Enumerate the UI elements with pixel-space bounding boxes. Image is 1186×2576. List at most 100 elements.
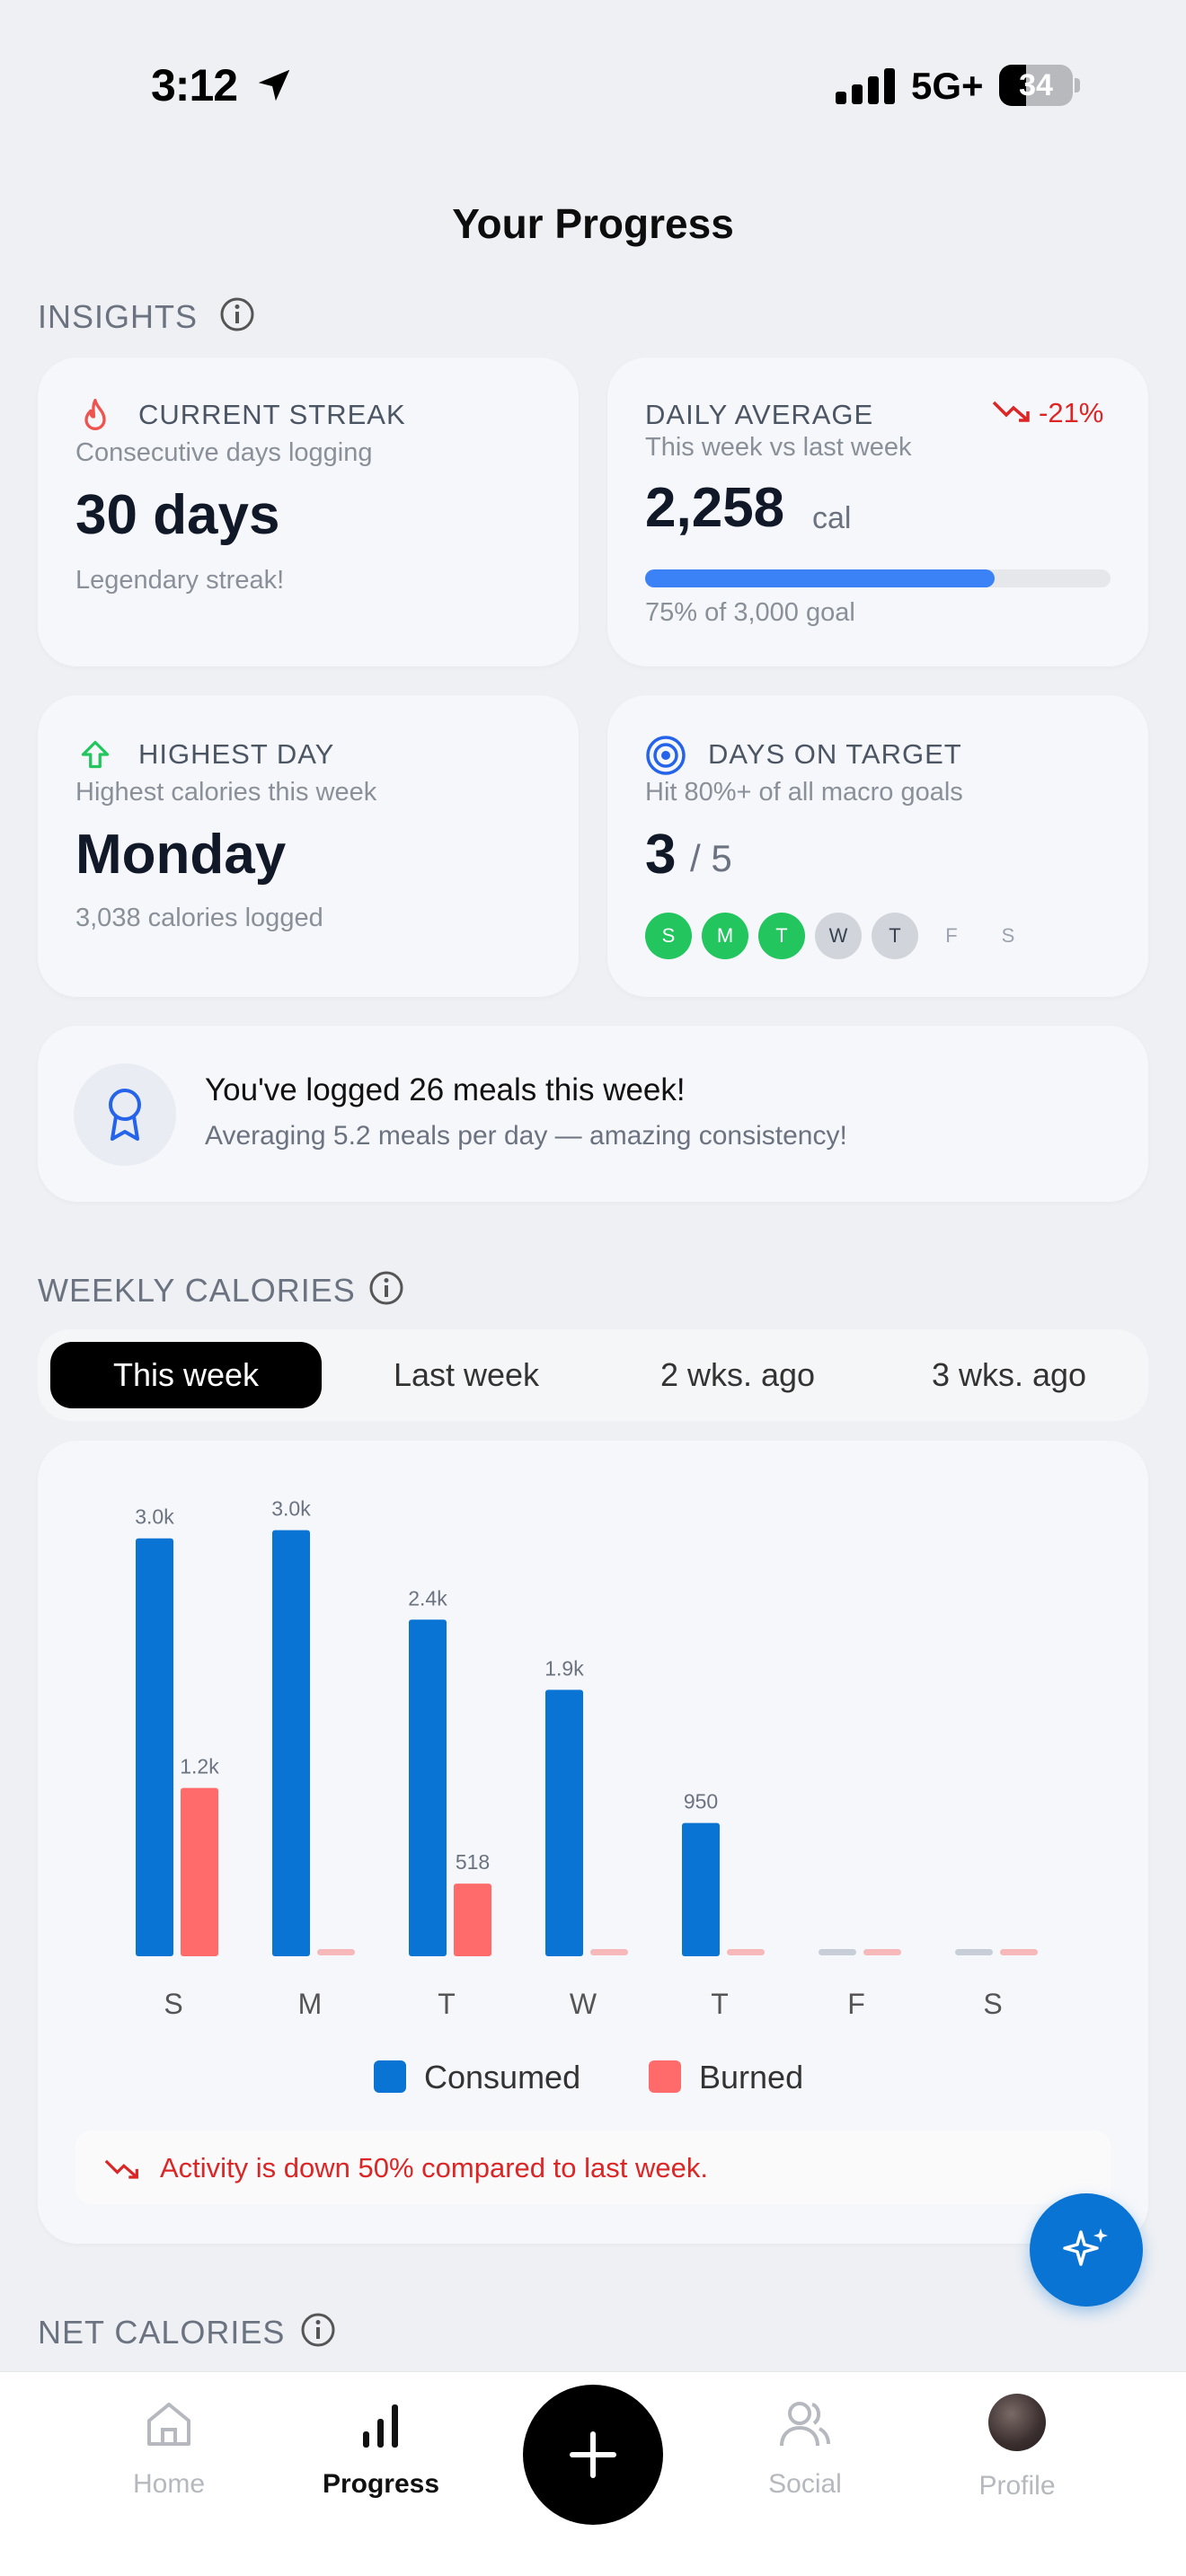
bar-consumed-5-empty xyxy=(819,1949,856,1955)
daily-average-unit: cal xyxy=(812,501,852,535)
weekly-calories-chart: 3.0k 1.2k S 3.0k M 2.4k 518 T 1.9k W 950 T F S xyxy=(135,1497,1038,2020)
bar-consumed-0 xyxy=(136,1538,173,1956)
info-icon[interactable] xyxy=(219,296,255,332)
highest-day-value: Monday xyxy=(75,824,287,886)
x-tick-3: W xyxy=(570,1988,597,2020)
x-tick-5: F xyxy=(847,1988,865,2020)
tab-3-weeks-ago[interactable]: 3 wks. ago xyxy=(879,1342,1139,1408)
location-arrow-icon xyxy=(258,69,290,101)
battery-indicator: 34 xyxy=(999,65,1080,106)
bar-consumed-4 xyxy=(682,1822,720,1956)
meals-banner-subtitle: Averaging 5.2 meals per day — amazing co… xyxy=(205,1121,847,1151)
daily-average-footer: 75% of 3,000 goal xyxy=(645,598,855,627)
info-icon[interactable] xyxy=(368,1270,404,1306)
activity-alert-text: Activity is down 50% compared to last we… xyxy=(160,2152,708,2183)
flame-icon xyxy=(84,398,106,430)
arrow-up-icon xyxy=(81,740,110,769)
meals-banner-title: You've logged 26 meals this week! xyxy=(205,1072,686,1107)
data-label-consumed-0: 3.0k xyxy=(135,1505,174,1529)
net-calories-label: NET CALORIES xyxy=(38,2314,286,2351)
nav-social-label: Social xyxy=(768,2469,842,2499)
x-tick-1: M xyxy=(298,1988,323,2020)
data-label-burned-2: 518 xyxy=(456,1850,490,1874)
highest-day-footer: 3,038 calories logged xyxy=(75,904,323,932)
nav-social[interactable]: Social xyxy=(715,2394,895,2519)
plus-icon xyxy=(570,2431,616,2478)
ai-sparkle-button[interactable] xyxy=(1030,2193,1143,2307)
daily-average-card[interactable]: DAILY AVERAGE -21% This week vs last wee… xyxy=(607,357,1148,666)
bar-burned-6-empty xyxy=(1000,1949,1038,1955)
data-label-consumed-1: 3.0k xyxy=(271,1497,311,1521)
day-dot-0: S xyxy=(645,913,692,959)
daily-average-change: -21% xyxy=(1039,397,1104,428)
x-tick-6: S xyxy=(983,1988,1002,2020)
nav-profile[interactable]: Profile xyxy=(927,2394,1107,2519)
days-on-target-total: / 5 xyxy=(690,837,732,879)
bar-burned-1-empty xyxy=(317,1949,355,1955)
highest-day-title: HIGHEST DAY xyxy=(138,738,335,770)
nav-progress[interactable]: Progress xyxy=(291,2394,471,2519)
legend-consumed-swatch xyxy=(374,2060,406,2093)
x-tick-4: T xyxy=(711,1988,729,2020)
highest-day-card[interactable]: HIGHEST DAY Highest calories this week M… xyxy=(38,695,579,997)
add-button[interactable] xyxy=(523,2385,663,2525)
bar-consumed-3 xyxy=(545,1689,583,1956)
day-dot-2: T xyxy=(758,913,805,959)
page-title: Your Progress xyxy=(452,200,734,247)
streak-title: CURRENT STREAK xyxy=(138,399,406,430)
day-dots: SMTWTFS xyxy=(645,913,1112,963)
info-icon[interactable] xyxy=(300,2312,336,2348)
days-on-target-card[interactable]: DAYS ON TARGET Hit 80%+ of all macro goa… xyxy=(607,695,1148,997)
data-label-burned-0: 1.2k xyxy=(180,1755,219,1778)
data-label-consumed-4: 950 xyxy=(684,1790,718,1813)
days-on-target-value: 3 xyxy=(645,824,677,886)
nav-progress-label: Progress xyxy=(322,2469,440,2499)
bar-chart-icon xyxy=(363,2404,398,2448)
day-dot-5: F xyxy=(945,924,958,947)
bar-consumed-2 xyxy=(409,1619,447,1956)
tab-this-week[interactable]: This week xyxy=(50,1342,322,1408)
trending-down-icon xyxy=(992,401,1030,422)
avatar xyxy=(988,2394,1046,2451)
weekly-calories-label: WEEKLY CALORIES xyxy=(38,1272,356,1309)
x-tick-0: S xyxy=(164,1988,182,2020)
bar-burned-2 xyxy=(454,1883,491,1956)
target-icon xyxy=(646,736,686,775)
legend-burned-label: Burned xyxy=(699,2059,804,2095)
data-label-consumed-3: 1.9k xyxy=(544,1656,584,1680)
week-tabs: This week Last week 2 wks. ago 3 wks. ag… xyxy=(38,1329,1148,1421)
battery-level: 34 xyxy=(1019,68,1053,102)
legend-consumed-label: Consumed xyxy=(424,2059,581,2095)
network-type: 5G+ xyxy=(911,65,984,107)
days-on-target-subtitle: Hit 80%+ of all macro goals xyxy=(645,778,963,807)
day-dot-6: S xyxy=(1001,924,1015,947)
activity-alert: Activity is down 50% compared to last we… xyxy=(75,2130,1111,2204)
days-on-target-title: DAYS ON TARGET xyxy=(708,738,962,770)
award-icon xyxy=(109,1089,141,1141)
weekly-calories-chart-card: 3.0k 1.2k S 3.0k M 2.4k 518 T 1.9k W 950 T F S Consum… xyxy=(38,1441,1148,2244)
day-dot-4: T xyxy=(872,913,918,959)
cellular-signal-icon xyxy=(836,68,895,104)
bar-burned-0 xyxy=(181,1787,218,1956)
daily-average-title: DAILY AVERAGE xyxy=(645,399,874,430)
tab-2-weeks-ago[interactable]: 2 wks. ago xyxy=(607,1342,868,1408)
current-streak-card[interactable]: CURRENT STREAK Consecutive days logging … xyxy=(38,357,579,666)
x-tick-2: T xyxy=(438,1988,456,2020)
nav-home-label: Home xyxy=(132,2469,206,2499)
trending-down-icon xyxy=(104,2159,138,2179)
daily-average-subtitle: This week vs last week xyxy=(645,433,912,462)
streak-footer: Legendary streak! xyxy=(75,566,285,595)
highest-day-subtitle: Highest calories this week xyxy=(75,778,377,807)
day-dot-3: W xyxy=(815,913,862,959)
streak-value: 30 days xyxy=(75,484,280,546)
nav-home[interactable]: Home xyxy=(79,2394,259,2519)
bar-burned-5-empty xyxy=(863,1949,901,1955)
bar-burned-4-empty xyxy=(727,1949,765,1955)
bottom-nav: Home Progress Social Profile xyxy=(0,2371,1186,2576)
bar-consumed-6-empty xyxy=(955,1949,993,1955)
home-icon xyxy=(147,2403,190,2446)
daily-average-progress-fill xyxy=(645,569,995,587)
meals-banner[interactable]: You've logged 26 meals this week! Averag… xyxy=(38,1026,1148,1202)
nav-profile-label: Profile xyxy=(978,2471,1056,2501)
tab-last-week[interactable]: Last week xyxy=(336,1342,597,1408)
